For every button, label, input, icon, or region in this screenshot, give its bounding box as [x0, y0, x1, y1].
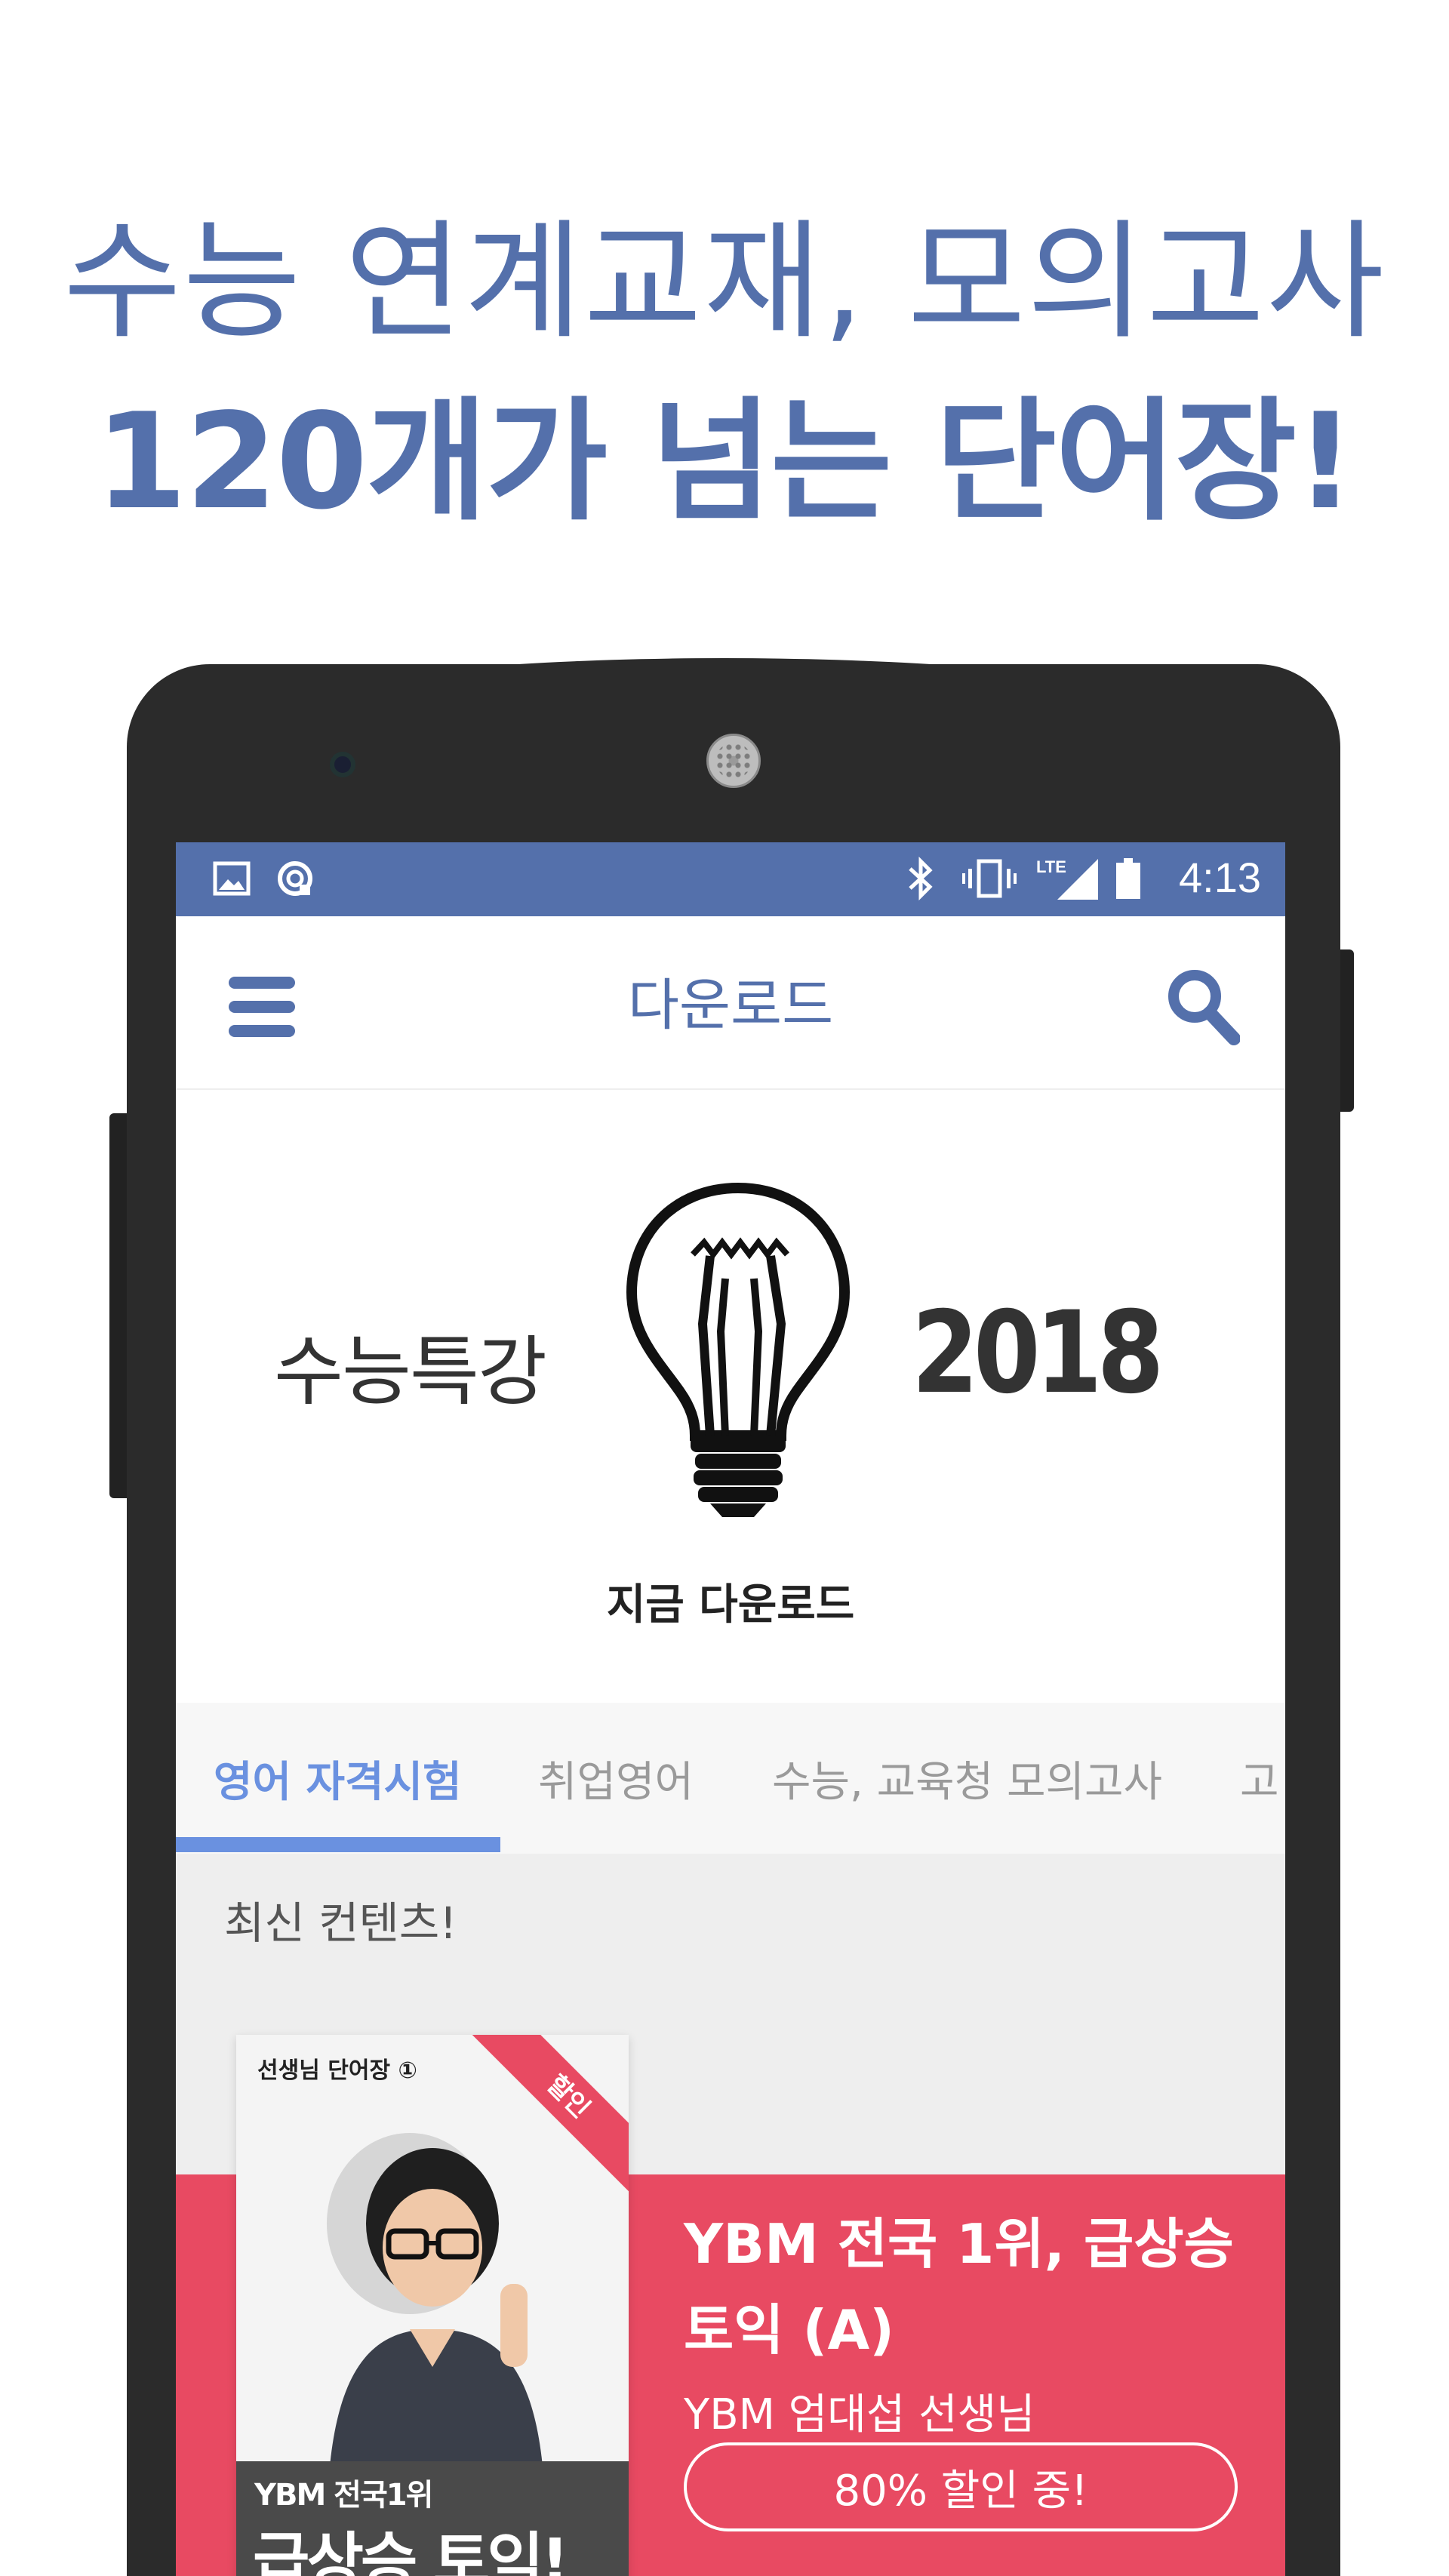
headline-line-1: 수능 연계교재, 모의고사 — [63, 208, 1386, 357]
promo-title: YBM 전국 1위, 급상승 토익 (A) — [684, 2212, 1234, 2362]
book-label: 선생님 단어장 ① — [257, 2057, 417, 2084]
vibrate-icon — [961, 856, 1018, 901]
book-footer-line-2: 급상승 토익! — [253, 2526, 569, 2576]
promo-teacher: YBM 엄대섭 선생님 — [684, 2390, 1035, 2439]
book-footer-line-1: YBM 전국1위 — [254, 2478, 433, 2513]
tab-english-certification[interactable]: 영어 자격시험 — [214, 1748, 462, 1809]
tab-suneung-mock-exams[interactable]: 수능, 교육청 모의고사 — [772, 1748, 1162, 1809]
book-footer: YBM 전국1위 급상승 토익! — [236, 2461, 629, 2576]
phone-screen: LTE 4:13 다운로드 수능특강 2018 지금 다운로드 영어 자격시험 … — [176, 842, 1285, 2576]
speaker-grille — [715, 743, 752, 779]
image-icon — [211, 856, 253, 901]
discount-button[interactable]: 80% 할인 중! — [684, 2442, 1238, 2531]
sync-icon — [272, 856, 318, 901]
battery-icon — [1112, 856, 1145, 901]
category-tabs: 영어 자격시험 취업영어 수능, 교육청 모의고사 고 — [176, 1703, 1285, 1854]
banner-left-text: 수능특강 — [274, 1328, 547, 1416]
section-title: 최신 컨텐츠! — [224, 1897, 457, 1949]
tab-job-english[interactable]: 취업영어 — [538, 1748, 694, 1809]
app-bar: 다운로드 — [176, 916, 1285, 1090]
page-title: 다운로드 — [627, 973, 834, 1038]
lte-label: LTE — [1036, 857, 1066, 876]
headline-line-2: 120개가 넘는 단어장! — [95, 386, 1355, 539]
banner-year: 2018 — [912, 1288, 1164, 1419]
status-bar: LTE 4:13 — [176, 842, 1285, 916]
book-cover[interactable]: 선생님 단어장 ① 할인 YBM 전국1위 급상승 토익! — [236, 2035, 629, 2576]
tab-overflow[interactable]: 고 — [1240, 1748, 1279, 1809]
signal-icon: LTE — [1036, 856, 1100, 901]
tab-active-indicator — [176, 1837, 500, 1852]
status-time: 4:13 — [1179, 854, 1261, 901]
front-camera-icon — [330, 752, 355, 777]
bluetooth-icon — [904, 856, 937, 901]
search-icon[interactable] — [1164, 965, 1241, 1048]
phone-side-button-right — [1339, 949, 1354, 1112]
download-banner[interactable]: 수능특강 2018 지금 다운로드 — [176, 1091, 1285, 1703]
banner-download-cta[interactable]: 지금 다운로드 — [176, 1571, 1285, 1632]
lightbulb-icon — [626, 1182, 851, 1517]
